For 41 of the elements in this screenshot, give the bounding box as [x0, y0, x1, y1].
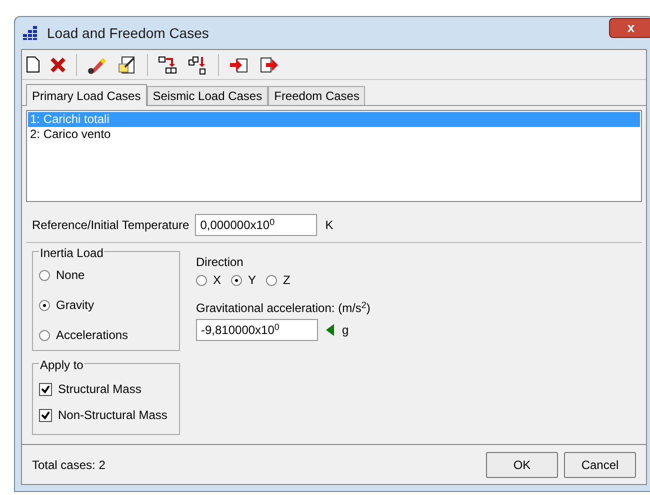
radio-label: Y	[248, 272, 256, 289]
list-item[interactable]: 2: Carico vento	[28, 127, 640, 142]
tab[interactable]: Freedom Cases	[268, 86, 366, 105]
export-icon[interactable]	[259, 54, 279, 74]
temperature-label: Reference/Initial Temperature	[32, 217, 190, 234]
move-down-icon[interactable]	[188, 54, 208, 74]
temperature-field[interactable]: 0,000000x10$^{0}$	[195, 214, 318, 236]
radio-button[interactable]	[39, 330, 50, 340]
radio-label: Gravity	[56, 297, 94, 314]
cancel-button[interactable]: Cancel	[564, 452, 636, 478]
direction-label: Direction	[196, 254, 244, 271]
radio-label: X	[213, 272, 222, 289]
copy-down-icon[interactable]	[158, 54, 178, 74]
checkbox[interactable]	[39, 382, 52, 396]
radio-label: Accelerations	[56, 327, 128, 344]
radio-button[interactable]	[196, 274, 207, 286]
new-document-icon[interactable]	[26, 56, 40, 73]
radio-label: None	[56, 267, 85, 284]
checkbox-label: Non-Structural Mass	[58, 407, 168, 424]
window-title: Load and Freedom Cases	[47, 24, 209, 42]
gravity-unit: g	[342, 322, 349, 339]
radio-button[interactable]	[39, 270, 50, 280]
ok-button[interactable]: OK	[486, 452, 558, 478]
radio-button[interactable]	[231, 274, 242, 286]
tab[interactable]: Primary Load Cases	[26, 84, 147, 106]
close-button[interactable]: x	[609, 18, 650, 38]
checkbox-label: Structural Mass	[58, 381, 142, 398]
radio-button[interactable]	[39, 300, 50, 310]
tab[interactable]: Seismic Load Cases	[146, 86, 268, 105]
radio-label: Z	[283, 272, 290, 289]
gravity-field[interactable]: -9,810000x10$^{0}$	[196, 319, 318, 341]
left-triangle-icon[interactable]	[326, 324, 334, 336]
load-case-list[interactable]: 1: Carichi totali 2: Carico vento	[26, 110, 642, 202]
status-text: Total cases: 2	[32, 456, 106, 474]
radio-button[interactable]	[266, 274, 278, 286]
delete-icon[interactable]	[50, 56, 66, 72]
temperature-unit: K	[325, 217, 334, 234]
checkbox[interactable]	[39, 408, 52, 422]
gravity-label: Gravitational acceleration: (m/s$^{2}$)	[196, 299, 370, 317]
app-icon	[23, 26, 39, 40]
edit-document-icon[interactable]	[117, 54, 137, 74]
